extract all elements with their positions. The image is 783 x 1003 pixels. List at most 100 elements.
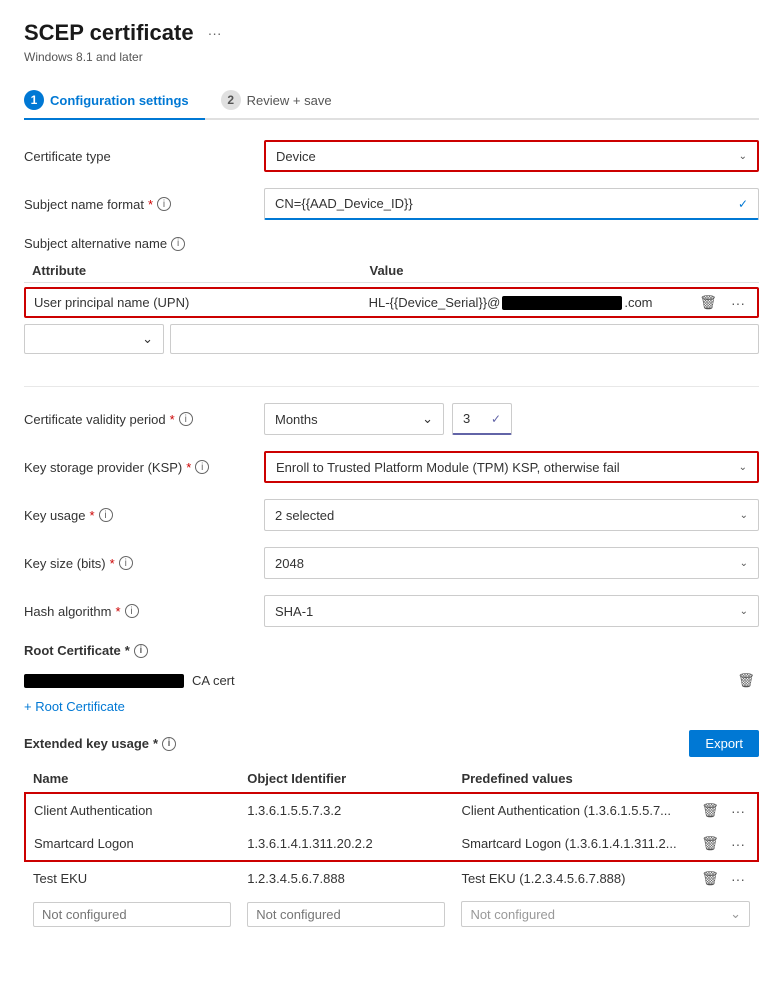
chevron-down-icon-8: ⌄ [730, 906, 741, 922]
root-cert-name: CA cert [24, 673, 235, 688]
delete-client-auth-btn[interactable]: 🗑 [697, 800, 723, 821]
eku-section: Extended key usage * i Export Name Objec… [24, 730, 759, 933]
cert-validity-control: Months ⌄ 3 ✓ [264, 403, 759, 435]
attr-table-header: Attribute Value [24, 259, 759, 283]
root-cert-section: Root Certificate * i CA cert 🗑 + Root Ce… [24, 643, 759, 714]
upn-value-prefix: HL-{{Device_Serial}}@ [369, 295, 501, 310]
subject-name-format-label: Subject name format * i [24, 197, 264, 212]
page-title: SCEP certificate [24, 20, 194, 46]
eku-empty-predefined: Not configured ⌄ [453, 895, 758, 933]
eku-predefined-smartcard: Smartcard Logon (1.3.6.1.4.1.311.2... [453, 827, 689, 861]
eku-col-predefined: Predefined values [453, 765, 689, 793]
eku-actions-smartcard-row: 🗑 ··· [697, 833, 749, 854]
ksp-select[interactable]: Enroll to Trusted Platform Module (TPM) … [264, 451, 759, 483]
eku-name-smartcard: Smartcard Logon [25, 827, 239, 861]
subject-name-info-icon[interactable]: i [157, 197, 171, 211]
eku-empty-name [25, 895, 239, 933]
key-size-info-icon[interactable]: i [119, 556, 133, 570]
checkmark-icon: ✓ [491, 412, 501, 426]
eku-actions-smartcard: 🗑 ··· [689, 827, 758, 861]
subject-name-format-row: Subject name format * i CN={{AAD_Device_… [24, 188, 759, 220]
tab-2-label: Review + save [247, 93, 332, 108]
delete-root-cert-button[interactable]: 🗑 [733, 670, 759, 691]
eku-info-icon[interactable]: i [162, 737, 176, 751]
validity-number-field[interactable]: 3 ✓ [452, 403, 512, 435]
certificate-type-label: Certificate type [24, 149, 264, 164]
eku-header: Extended key usage * i Export [24, 730, 759, 757]
key-usage-info-icon[interactable]: i [99, 508, 113, 522]
key-size-control: 2048 ⌄ [264, 547, 759, 579]
tab-2-number: 2 [221, 90, 241, 110]
key-size-required: * [110, 556, 115, 571]
eku-actions-test: 🗑 ··· [689, 861, 758, 895]
tab-configuration[interactable]: 1 Configuration settings [24, 82, 205, 120]
more-upn-button[interactable]: ··· [727, 293, 749, 313]
delete-smartcard-btn[interactable]: 🗑 [697, 833, 723, 854]
eku-table: Name Object Identifier Predefined values… [24, 765, 759, 933]
eku-col-oid: Object Identifier [239, 765, 453, 793]
subject-alt-info-icon[interactable]: i [171, 237, 185, 251]
eku-oid-client-auth: 1.3.6.1.5.5.7.3.2 [239, 793, 453, 827]
subject-alt-name-label: Subject alternative name i [24, 236, 759, 251]
eku-predefined-client-auth: Client Authentication (1.3.6.1.5.5.7... [453, 793, 689, 827]
chevron-check-icon: ✓ [738, 197, 748, 211]
hash-info-icon[interactable]: i [125, 604, 139, 618]
eku-row-client-auth: Client Authentication 1.3.6.1.5.5.7.3.2 … [25, 793, 758, 827]
eku-oid-test: 1.2.3.4.5.6.7.888 [239, 861, 453, 895]
export-button[interactable]: Export [689, 730, 759, 757]
key-size-value: 2048 [275, 556, 304, 571]
hash-algorithm-select[interactable]: SHA-1 ⌄ [264, 595, 759, 627]
hash-algorithm-value: SHA-1 [275, 604, 313, 619]
page-ellipsis[interactable]: ··· [208, 25, 222, 41]
eku-row-smartcard: Smartcard Logon 1.3.6.1.4.1.311.20.2.2 S… [25, 827, 758, 861]
upn-attr-row: User principal name (UPN) HL-{{Device_Se… [24, 287, 759, 318]
ksp-row: Key storage provider (KSP) * i Enroll to… [24, 451, 759, 483]
delete-upn-button[interactable]: 🗑 [695, 292, 721, 313]
attr-table: Attribute Value User principal name (UPN… [24, 259, 759, 354]
eku-empty-name-input[interactable] [33, 902, 231, 927]
key-usage-control: 2 selected ⌄ [264, 499, 759, 531]
hash-algorithm-row: Hash algorithm * i SHA-1 ⌄ [24, 595, 759, 627]
certificate-type-row: Certificate type Device ⌄ [24, 140, 759, 172]
eku-empty-predefined-select[interactable]: Not configured ⌄ [461, 901, 750, 927]
more-client-auth-btn[interactable]: ··· [727, 801, 749, 821]
eku-col-name: Name [25, 765, 239, 793]
chevron-down-icon-7: ⌄ [740, 606, 748, 617]
root-cert-info-icon[interactable]: i [134, 644, 148, 658]
tab-review[interactable]: 2 Review + save [221, 82, 348, 120]
upn-attr-inner: User principal name (UPN) HL-{{Device_Se… [26, 289, 695, 316]
key-size-row: Key size (bits) * i 2048 ⌄ [24, 547, 759, 579]
certificate-type-select[interactable]: Device ⌄ [264, 140, 759, 172]
eku-predefined-test: Test EKU (1.2.3.4.5.6.7.888) [453, 861, 689, 895]
upn-actions: 🗑 ··· [695, 292, 757, 313]
chevron-down-icon-6: ⌄ [740, 558, 748, 569]
more-smartcard-btn[interactable]: ··· [727, 834, 749, 854]
ksp-required: * [186, 460, 191, 475]
delete-test-btn[interactable]: 🗑 [697, 868, 723, 889]
key-size-select[interactable]: 2048 ⌄ [264, 547, 759, 579]
empty-attr-row: ⌄ [24, 324, 759, 354]
more-test-btn[interactable]: ··· [727, 869, 749, 889]
empty-attr-select[interactable]: ⌄ [24, 324, 164, 354]
add-root-cert-link[interactable]: + Root Certificate [24, 699, 125, 714]
validity-unit-select[interactable]: Months ⌄ [264, 403, 444, 435]
validity-number-value: 3 [463, 411, 470, 426]
chevron-down-icon-2: ⌄ [142, 331, 153, 347]
ksp-label: Key storage provider (KSP) * i [24, 460, 264, 475]
eku-actions-test-row: 🗑 ··· [697, 868, 750, 889]
eku-required: * [153, 736, 158, 751]
validity-controls: Months ⌄ 3 ✓ [264, 403, 759, 435]
tabs-row: 1 Configuration settings 2 Review + save [24, 82, 759, 120]
upn-attribute-cell: User principal name (UPN) [26, 289, 361, 316]
eku-empty-oid-input[interactable] [247, 902, 445, 927]
chevron-down-icon-4: ⌄ [739, 462, 747, 473]
key-usage-select[interactable]: 2 selected ⌄ [264, 499, 759, 531]
upn-redacted [502, 296, 622, 310]
cert-validity-info-icon[interactable]: i [179, 412, 193, 426]
ksp-info-icon[interactable]: i [195, 460, 209, 474]
subject-name-format-select[interactable]: CN={{AAD_Device_ID}} ✓ [264, 188, 759, 220]
required-star: * [148, 197, 153, 212]
empty-value-input[interactable] [170, 324, 759, 354]
eku-empty-oid [239, 895, 453, 933]
value-col-header: Value [362, 263, 700, 278]
